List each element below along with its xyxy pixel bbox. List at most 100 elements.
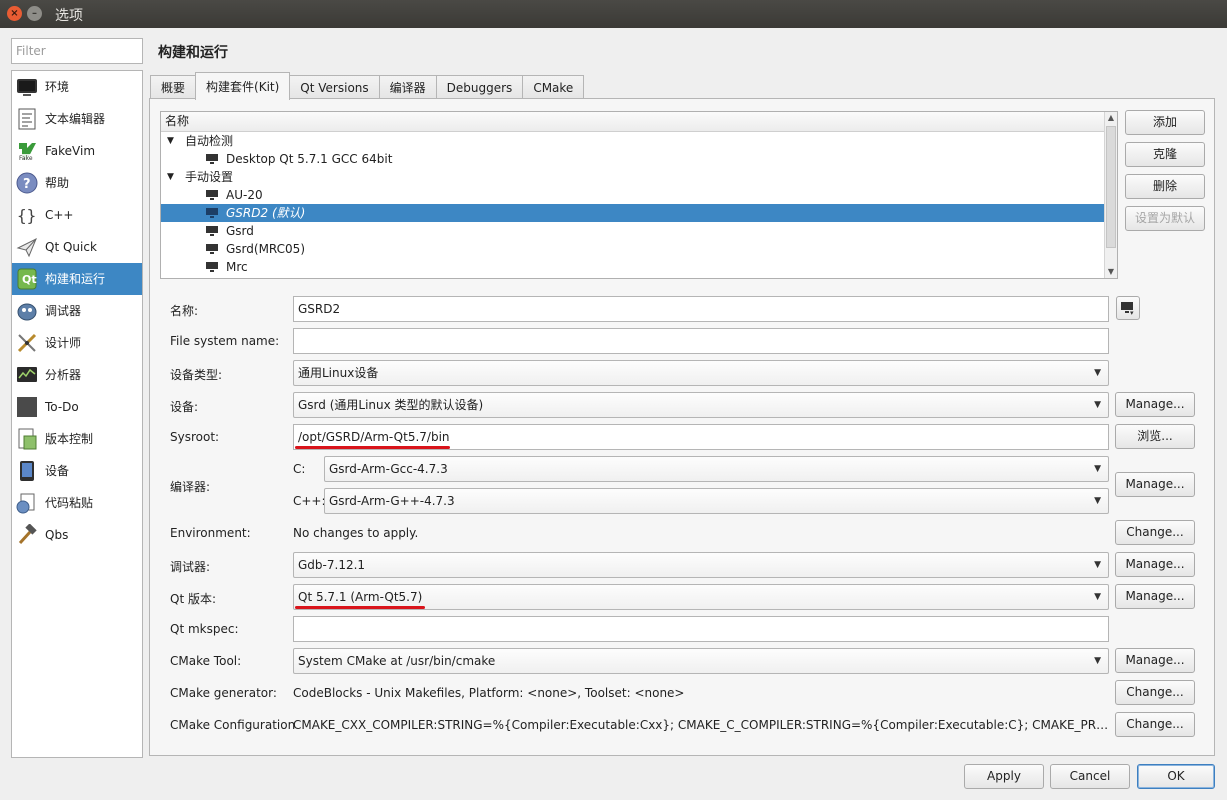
tree-kit-row[interactable]: Mrc xyxy=(161,258,1117,276)
sidebar-item-qbs[interactable]: Qbs xyxy=(12,519,142,551)
monitor-icon xyxy=(206,244,218,254)
device-select[interactable]: Gsrd (通用Linux 类型的默认设备) ▼ xyxy=(293,392,1109,418)
compiler-manage-button[interactable]: Manage... xyxy=(1115,472,1195,497)
dropdown-arrow-icon: ▼ xyxy=(1094,464,1101,474)
name-field[interactable]: GSRD2 xyxy=(293,296,1109,322)
expand-arrow-icon[interactable]: ▼ xyxy=(167,132,174,150)
monitor-icon xyxy=(206,190,218,200)
close-window-button[interactable]: × xyxy=(7,6,22,21)
tree-kit-row[interactable]: Desktop Qt 5.7.1 GCC 64bit xyxy=(161,150,1117,168)
device-label: 设备: xyxy=(170,400,199,414)
tree-group-auto-detected[interactable]: ▼ 自动检测 xyxy=(161,132,1117,150)
qt-version-label: Qt 版本: xyxy=(170,592,217,606)
sidebar-item-label: Qbs xyxy=(45,528,69,542)
apply-button[interactable]: Apply xyxy=(964,764,1044,789)
tab-bar: 概要 构建套件(Kit) Qt Versions 编译器 Debuggers C… xyxy=(150,72,585,102)
svg-text:Fake: Fake xyxy=(19,155,33,162)
c-compiler-select[interactable]: Gsrd-Arm-Gcc-4.7.3 ▼ xyxy=(324,456,1109,482)
dropdown-arrow-icon: ▼ xyxy=(1094,368,1101,378)
sidebar-item-label: 环境 xyxy=(45,80,70,94)
monitor-icon xyxy=(206,208,218,218)
qt-mkspec-field[interactable] xyxy=(293,616,1109,642)
sidebar-item-environment[interactable]: 环境 xyxy=(12,71,142,103)
svg-text:Qt: Qt xyxy=(22,273,37,286)
tab-kits[interactable]: 构建套件(Kit) xyxy=(195,72,291,100)
add-kit-button[interactable]: 添加 xyxy=(1125,110,1205,135)
cmake-tool-select[interactable]: System CMake at /usr/bin/cmake ▼ xyxy=(293,648,1109,674)
designer-icon xyxy=(16,332,38,354)
dropdown-arrow-icon: ▼ xyxy=(1094,496,1101,506)
device-value: Gsrd (通用Linux 类型的默认设备) xyxy=(298,398,484,412)
window-title: 选项 xyxy=(55,8,83,24)
debugger-icon xyxy=(16,300,38,322)
filter-input[interactable] xyxy=(11,38,143,64)
device-manage-button[interactable]: Manage... xyxy=(1115,392,1195,417)
kits-panel: 名称 ▼ 自动检测 Desktop Qt 5.7.1 GCC 64bit ▼ 手… xyxy=(149,98,1215,756)
tree-scrollbar[interactable]: ▲ ▼ xyxy=(1104,112,1117,278)
sidebar-item-todo[interactable]: To-Do xyxy=(12,391,142,423)
scrollbar-thumb[interactable] xyxy=(1106,126,1116,248)
scroll-down-arrow-icon[interactable]: ▼ xyxy=(1105,266,1117,278)
make-default-button[interactable]: 设置为默认 xyxy=(1125,206,1205,231)
tree-kit-row[interactable]: AU-20 xyxy=(161,186,1117,204)
minimize-window-button[interactable]: – xyxy=(27,6,42,21)
tree-group-manual[interactable]: ▼ 手动设置 xyxy=(161,168,1117,186)
compiler-label: 编译器: xyxy=(170,480,211,494)
tree-kit-row[interactable]: Gsrd(MRC05) xyxy=(161,240,1117,258)
sidebar-item-label: To-Do xyxy=(45,400,79,414)
qt-version-value: Qt 5.7.1 (Arm-Qt5.7) xyxy=(298,590,423,604)
browse-button[interactable]: 浏览... xyxy=(1115,424,1195,449)
environment-change-button[interactable]: Change... xyxy=(1115,520,1195,545)
sidebar-item-analyzer[interactable]: 分析器 xyxy=(12,359,142,391)
analyzer-icon xyxy=(16,364,38,386)
monitor-icon xyxy=(16,76,38,98)
sidebar-item-debugger[interactable]: 调试器 xyxy=(12,295,142,327)
kit-icon-button[interactable]: ▾ xyxy=(1116,296,1140,320)
tree-kit-row[interactable]: Gsrd xyxy=(161,222,1117,240)
cancel-button[interactable]: Cancel xyxy=(1050,764,1130,789)
ok-button[interactable]: OK xyxy=(1137,764,1215,789)
sidebar-item-cpp[interactable]: {} C++ xyxy=(12,199,142,231)
svg-text:?: ? xyxy=(23,177,31,192)
scroll-up-arrow-icon[interactable]: ▲ xyxy=(1105,112,1117,124)
tree-kit-row-selected[interactable]: GSRD2 (默认) xyxy=(161,204,1104,222)
cmake-tool-manage-button[interactable]: Manage... xyxy=(1115,648,1195,673)
cxx-compiler-label: C++: xyxy=(293,494,326,508)
version-control-icon xyxy=(16,428,38,450)
cmake-config-change-button[interactable]: Change... xyxy=(1115,712,1195,737)
clone-kit-button[interactable]: 克隆 xyxy=(1125,142,1205,167)
help-icon: ? xyxy=(16,172,38,194)
monitor-icon xyxy=(206,154,218,164)
sysroot-label: Sysroot: xyxy=(170,430,220,444)
sidebar-item-text-editor[interactable]: 文本编辑器 xyxy=(12,103,142,135)
expand-arrow-icon[interactable]: ▼ xyxy=(167,168,174,186)
sidebar-item-label: 代码粘贴 xyxy=(45,496,94,510)
qt-version-manage-button[interactable]: Manage... xyxy=(1115,584,1195,609)
sidebar-item-qt-quick[interactable]: Qt Quick xyxy=(12,231,142,263)
code-paste-icon xyxy=(16,492,38,514)
sidebar-item-fakevim[interactable]: Fake FakeVim xyxy=(12,135,142,167)
hammer-icon xyxy=(16,524,38,546)
sidebar-item-devices[interactable]: 设备 xyxy=(12,455,142,487)
dropdown-arrow-icon: ▼ xyxy=(1094,560,1101,570)
fs-name-field[interactable] xyxy=(293,328,1109,354)
remove-kit-button[interactable]: 删除 xyxy=(1125,174,1205,199)
debugger-manage-button[interactable]: Manage... xyxy=(1115,552,1195,577)
debugger-select[interactable]: Gdb-7.12.1 ▼ xyxy=(293,552,1109,578)
sidebar-item-help[interactable]: ? 帮助 xyxy=(12,167,142,199)
sidebar-item-label: 调试器 xyxy=(45,304,82,318)
sidebar-item-designer[interactable]: 设计师 xyxy=(12,327,142,359)
sidebar-item-version-control[interactable]: 版本控制 xyxy=(12,423,142,455)
device-type-value: 通用Linux设备 xyxy=(298,366,379,380)
cxx-compiler-select[interactable]: Gsrd-Arm-G++-4.7.3 ▼ xyxy=(324,488,1109,514)
kit-tree: 名称 ▼ 自动检测 Desktop Qt 5.7.1 GCC 64bit ▼ 手… xyxy=(160,111,1118,279)
device-type-select[interactable]: 通用Linux设备 ▼ xyxy=(293,360,1109,386)
c-compiler-label: C: xyxy=(293,462,306,476)
sidebar-item-code-paste[interactable]: 代码粘贴 xyxy=(12,487,142,519)
cmake-generator-change-button[interactable]: Change... xyxy=(1115,680,1195,705)
sidebar-item-label: C++ xyxy=(45,208,74,222)
sidebar-item-build-and-run[interactable]: Qt 构建和运行 xyxy=(12,263,142,295)
cmake-tool-value: System CMake at /usr/bin/cmake xyxy=(298,654,496,668)
svg-text:▾: ▾ xyxy=(1130,309,1134,315)
sidebar-item-label: 帮助 xyxy=(45,176,70,190)
